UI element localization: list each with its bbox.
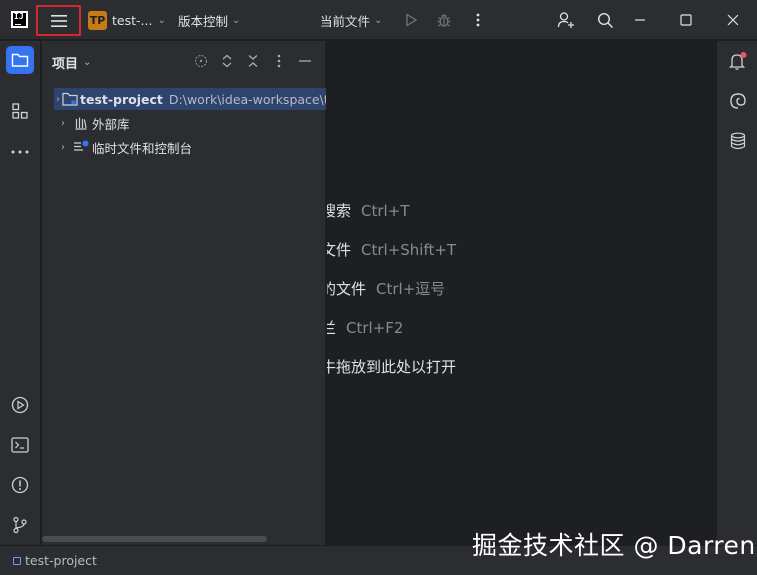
chevron-right-icon: › [61,117,65,129]
project-badge: TP [88,10,107,30]
hint-text: 兰 [327,319,337,337]
project-tool-button[interactable] [6,46,34,74]
terminal-icon [11,437,29,453]
expand-all-button[interactable] [218,52,236,70]
tree-item-label: test-project [80,91,163,107]
hint-text: 搜索 [327,202,352,220]
crosshair-icon [194,54,208,68]
database-button[interactable] [726,129,750,153]
tree-item-path: D:\work\idea-workspace\te [168,91,326,107]
close-icon [727,14,739,26]
git-tool-button[interactable] [6,511,34,539]
project-panel: 项目 ⌄ › test-project D:\work\idea-workspa… [42,41,326,545]
collapse-icon [248,55,258,67]
more-tools-button[interactable] [6,138,34,166]
expand-icon [222,54,232,68]
folder-icon [11,53,29,67]
hint-recent-files: 的文件 Ctrl+逗号 [327,278,445,299]
minimize-button[interactable] [630,10,650,30]
search-icon [597,12,613,28]
chevron-down-icon: ⌄ [232,14,241,26]
title-bar: IJ TP test-... ⌄ 版本控制 ⌄ 当前文件 ⌄ [0,0,757,40]
hint-shortcut: Ctrl+F2 [346,319,404,337]
project-panel-title: 项目 [52,57,79,72]
app-logo-icon: IJ [11,11,28,28]
debug-button[interactable] [434,10,454,30]
maximize-button[interactable] [676,10,696,30]
hint-shortcut: Ctrl+Shift+T [361,241,457,259]
run-services-icon [11,396,29,414]
minimize-icon [299,60,311,62]
tree-item-label: 外部库 [92,116,130,132]
tree-item-scratches[interactable]: › 临时文件和控制台 [54,136,326,158]
hamburger-menu-icon [50,14,67,27]
project-widget[interactable]: TP test-... ⌄ [88,0,168,40]
project-panel-header[interactable]: 项目 ⌄ [52,53,91,72]
horizontal-scrollbar[interactable] [42,536,267,542]
more-horizontal-icon [11,150,29,154]
hint-shortcut: Ctrl+逗号 [376,280,446,298]
bell-icon [728,52,747,70]
database-icon [730,132,746,150]
tree-item-project-root[interactable]: › test-project D:\work\idea-workspace\te [54,88,326,110]
terminal-tool-button[interactable] [6,431,34,459]
chevron-down-icon: ⌄ [374,14,383,26]
chevron-right-icon: › [56,93,60,105]
ai-assistant-button[interactable] [726,89,750,113]
maximize-icon [680,14,692,26]
hint-drop-files: 牛拖放到此处以打开 [327,356,456,377]
add-user-icon [557,12,574,28]
panel-options-button[interactable] [270,52,288,70]
hint-navigation-bar: 兰 Ctrl+F2 [327,317,403,338]
play-icon [406,13,418,27]
code-with-me-button[interactable] [556,10,576,30]
services-tool-button[interactable] [6,391,34,419]
module-icon [13,556,21,565]
chevron-down-icon: ⌄ [157,14,166,26]
more-vertical-icon [277,54,281,68]
structure-icon [12,103,28,119]
tree-item-label: 临时文件和控制台 [92,140,193,156]
editor-area: 搜索 Ctrl+T 文件 Ctrl+Shift+T 的文件 Ctrl+逗号 兰 Ctrl… [327,41,716,545]
problems-tool-button[interactable] [6,471,34,499]
scratches-icon [72,139,90,155]
status-project-name: test-project [25,553,97,568]
locate-file-button[interactable] [192,52,210,70]
more-button[interactable] [468,10,488,30]
run-button[interactable] [401,10,421,30]
run-config-label: 当前文件 [320,13,371,29]
hint-shortcut: Ctrl+T [361,202,410,220]
left-tool-stripe [0,41,41,545]
library-icon [72,115,90,131]
ai-spiral-icon [730,93,746,109]
problems-icon [11,476,29,494]
git-branch-icon [13,516,27,534]
main-menu-button[interactable] [36,5,81,36]
minimize-icon [635,19,645,21]
hint-text: 牛拖放到此处以打开 [327,358,457,376]
hint-search-everywhere: 搜索 Ctrl+T [327,200,409,221]
project-folder-icon [62,91,78,107]
hide-panel-button[interactable] [296,52,314,70]
hint-go-to-file: 文件 Ctrl+Shift+T [327,239,456,260]
chevron-right-icon: › [61,141,65,153]
close-button[interactable] [723,10,743,30]
vcs-label: 版本控制 [178,13,229,29]
hint-text: 的文件 [327,280,367,298]
run-config-widget[interactable]: 当前文件 ⌄ [320,0,382,40]
structure-tool-button[interactable] [6,97,34,125]
right-tool-stripe [716,41,757,545]
collapse-all-button[interactable] [244,52,262,70]
vcs-widget[interactable]: 版本控制 ⌄ [178,0,240,40]
status-project-breadcrumb[interactable]: test-project [13,553,97,568]
notifications-button[interactable] [726,49,750,73]
bug-icon [437,14,451,27]
more-vertical-icon [476,13,480,27]
chevron-down-icon: ⌄ [83,57,92,68]
tree-item-external-libraries[interactable]: › 外部库 [54,112,326,134]
hint-text: 文件 [327,241,352,259]
project-name: test-... [112,12,153,28]
search-everywhere-button[interactable] [595,10,615,30]
watermark-text: 掘金技术社区 @ Darren [472,531,756,560]
